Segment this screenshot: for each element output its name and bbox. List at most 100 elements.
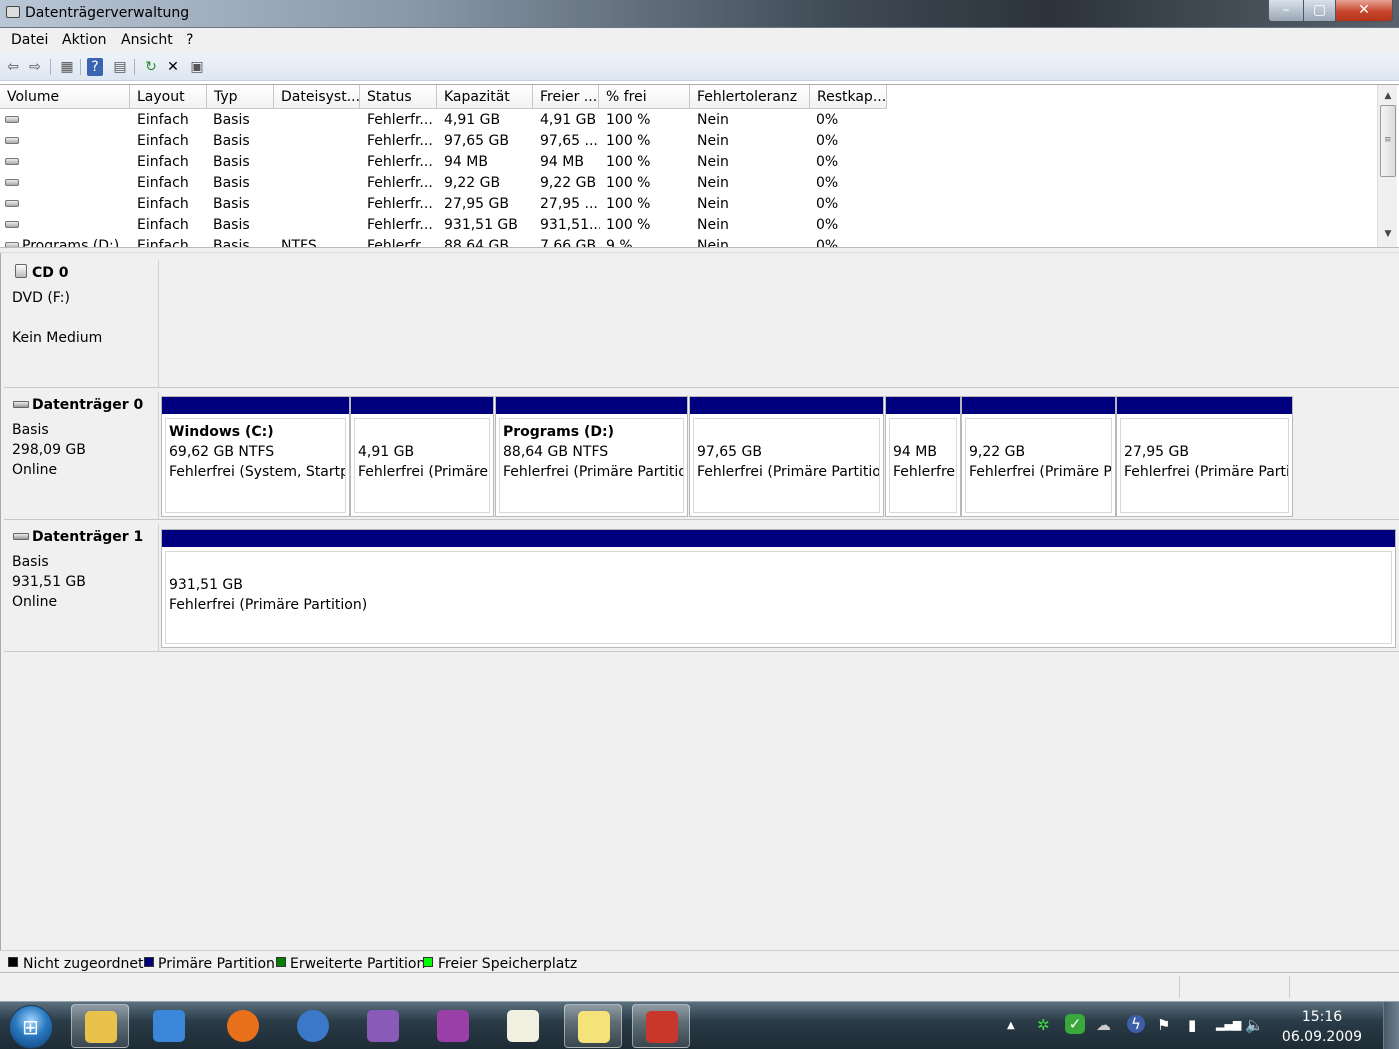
partition-size: 27,95 GB — [1124, 444, 1189, 460]
partition-size: 931,51 GB — [169, 577, 243, 593]
table-cell: Nein — [697, 238, 729, 247]
properties-icon[interactable]: ▦ — [57, 57, 77, 77]
delete-icon[interactable]: ✕ — [163, 57, 183, 77]
menu-ansicht[interactable]: Ansicht — [121, 32, 173, 48]
disk-graphical-view: CD 0 DVD (F:) Kein Medium Datenträger 0 … — [0, 253, 1399, 950]
table-cell: 88,64 GB — [444, 238, 509, 247]
table-row[interactable]: Einfach Basis Fehlerfr... 27,95 GB 27,95 ...… — [0, 194, 1376, 215]
table-row[interactable]: Einfach Basis Fehlerfr... 9,22 GB 9,22 GB 100… — [0, 173, 1376, 194]
scroll-down-arrow-icon[interactable]: ▼ — [1378, 225, 1398, 243]
volume-icon[interactable]: 🔈 — [1245, 1016, 1264, 1034]
column-header-freier-speicher[interactable]: Freier ... — [533, 85, 599, 109]
table-cell: Basis — [213, 196, 250, 212]
table-cell: 0% — [816, 196, 839, 212]
action-center-flag-icon[interactable]: ⚑ — [1157, 1016, 1170, 1034]
table-row[interactable]: Einfach Basis Fehlerfr... 94 MB 94 MB 100 % Ne… — [0, 152, 1376, 173]
scroll-up-arrow-icon[interactable]: ▲ — [1378, 87, 1398, 105]
column-header-restkapazitaet[interactable]: Restkap... — [810, 85, 887, 109]
cd0-info-panel[interactable]: CD 0 DVD (F:) Kein Medium — [4, 260, 159, 388]
partition-status: Fehlerfrei (Primäre I — [358, 464, 490, 480]
disk0-partition[interactable]: Windows (C:) 69,62 GB NTFS Fehlerfrei (Sys… — [161, 396, 350, 517]
console-icon[interactable]: ▤ — [110, 57, 130, 77]
column-header-kapazitaet[interactable]: Kapazität — [437, 85, 533, 109]
partition-body: 9,22 GB Fehlerfrei (Primäre Pa — [965, 418, 1112, 513]
table-row[interactable]: Einfach Basis Fehlerfr... 97,65 GB 97,65 ...… — [0, 131, 1376, 152]
taskbar-button[interactable] — [494, 1004, 552, 1048]
partition-body: Programs (D:) 88,64 GB NTFS Fehlerfrei (Pr… — [499, 418, 684, 513]
table-cell: Nein — [697, 217, 729, 233]
wifi-signal-icon[interactable]: ▂▄▆ — [1216, 1018, 1241, 1031]
partition-size: 9,22 GB — [969, 444, 1026, 460]
cd0-type: DVD (F:) — [12, 290, 70, 306]
status-cell — [1179, 976, 1289, 998]
taskbar-button[interactable] — [140, 1004, 198, 1048]
disk0-partition[interactable]: Programs (D:) 88,64 GB NTFS Fehlerfrei (Pr… — [495, 396, 688, 517]
legend-swatch-free-space — [423, 957, 433, 967]
volume-drive-icon — [5, 116, 19, 123]
table-cell: Basis — [213, 217, 250, 233]
maximize-button[interactable]: ▢ — [1303, 0, 1336, 22]
disk0-partition[interactable]: 27,95 GB Fehlerfrei (Primäre Partit — [1116, 396, 1293, 517]
disk0-partition[interactable]: 97,65 GB Fehlerfrei (Primäre Partition — [689, 396, 884, 517]
volume-drive-icon — [5, 221, 19, 228]
partition-status: Fehlerfrei (Primäre Partition) — [169, 597, 368, 613]
disk-management-app-icon — [6, 6, 20, 18]
taskbar-button[interactable] — [632, 1004, 690, 1048]
taskbar-button[interactable] — [71, 1004, 129, 1048]
column-header-prozent-frei[interactable]: % frei — [599, 85, 690, 109]
hard-disk-icon — [13, 533, 29, 540]
partition-type-bar — [162, 397, 349, 414]
hp-tray-icon[interactable]: ϟ — [1127, 1015, 1145, 1033]
taskbar-button[interactable] — [564, 1004, 622, 1048]
table-cell: Einfach — [137, 217, 189, 233]
disk0-partition[interactable]: 4,91 GB Fehlerfrei (Primäre I — [350, 396, 494, 517]
column-header-status[interactable]: Status — [360, 85, 437, 109]
forward-arrow-icon[interactable]: ⇨ — [25, 57, 45, 77]
menu-datei[interactable]: Datei — [11, 32, 48, 48]
column-header-volume[interactable]: Volume — [0, 85, 130, 109]
taskbar-button[interactable] — [214, 1004, 272, 1048]
clock[interactable]: 15:16 06.09.2009 — [1280, 1007, 1364, 1047]
scroll-thumb[interactable]: ≡ — [1380, 105, 1396, 177]
volume-list: Volume Layout Typ Dateisyst... Status Ka… — [0, 84, 1399, 247]
battery-icon[interactable]: ▮ — [1188, 1016, 1196, 1034]
table-cell: Einfach — [137, 112, 189, 128]
table-cell: Einfach — [137, 196, 189, 212]
column-header-layout[interactable]: Layout — [130, 85, 207, 109]
settings-icon[interactable]: ▣ — [187, 57, 207, 77]
sync-tray-icon[interactable]: ☁ — [1096, 1016, 1111, 1034]
menu-help[interactable]: ? — [186, 32, 193, 48]
table-cell: 7,66 GB — [540, 238, 597, 247]
taskbar-button[interactable] — [424, 1004, 482, 1048]
show-desktop-button[interactable] — [1383, 1002, 1399, 1049]
network-tray-icon[interactable]: ✲ — [1037, 1016, 1050, 1034]
back-arrow-icon[interactable]: ⇦ — [3, 57, 23, 77]
refresh-icon[interactable]: ↻ — [141, 57, 161, 77]
volume-list-scrollbar[interactable]: ▲ ≡ ▼ — [1377, 85, 1397, 247]
help-icon[interactable]: ? — [87, 58, 103, 76]
close-button[interactable]: ✕ — [1335, 0, 1393, 22]
menu-aktion[interactable]: Aktion — [62, 32, 107, 48]
disk0-partition[interactable]: 9,22 GB Fehlerfrei (Primäre Pa — [961, 396, 1116, 517]
taskbar-button[interactable] — [284, 1004, 342, 1048]
security-tray-icon[interactable]: ✓ — [1065, 1014, 1085, 1034]
column-header-fehlertoleranz[interactable]: Fehlertoleranz — [690, 85, 810, 109]
minimize-button[interactable]: – — [1268, 0, 1304, 22]
column-header-dateisystem[interactable]: Dateisyst... — [274, 85, 360, 109]
disk0-partition[interactable]: 94 MB Fehlerfrei — [885, 396, 961, 517]
disk1-info-panel[interactable]: Datenträger 1 Basis 931,51 GB Online — [4, 524, 159, 651]
table-row[interactable]: Programs (D:) Einfach Basis NTFS Fehlerfr...… — [0, 236, 1376, 247]
disk1-partition[interactable]: 931,51 GB Fehlerfrei (Primäre Partition) — [161, 529, 1396, 648]
table-row[interactable]: Einfach Basis Fehlerfr... 4,91 GB 4,91 GB 100… — [0, 110, 1376, 131]
taskbar-button[interactable] — [354, 1004, 412, 1048]
table-row[interactable]: Einfach Basis Fehlerfr... 931,51 GB 931,51..… — [0, 215, 1376, 236]
disk0-info-panel[interactable]: Datenträger 0 Basis 298,09 GB Online — [4, 392, 159, 519]
start-button[interactable]: ⊞ — [9, 1005, 53, 1049]
table-cell: Nein — [697, 196, 729, 212]
table-cell: NTFS — [281, 238, 317, 247]
column-header-typ[interactable]: Typ — [207, 85, 274, 109]
tray-overflow-arrow-icon[interactable]: ▲ — [1007, 1020, 1015, 1031]
disk1-name: Datenträger 1 — [32, 529, 144, 545]
table-cell: 4,91 GB — [540, 112, 597, 128]
table-cell: Einfach — [137, 175, 189, 191]
